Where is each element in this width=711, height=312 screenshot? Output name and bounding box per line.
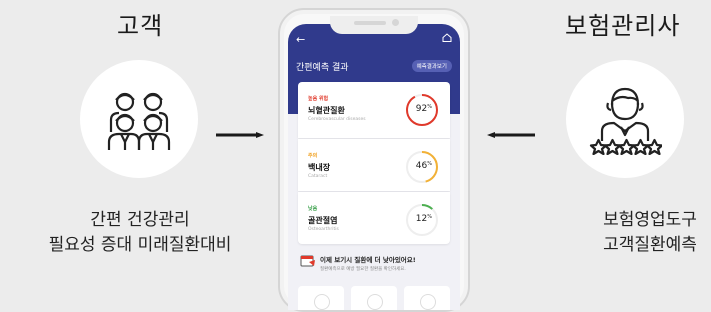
agent-caption-line2: 고객질환예측 <box>603 235 697 255</box>
risk-percent: 92% <box>415 104 432 114</box>
arrow-left-icon <box>487 132 535 138</box>
result-card[interactable]: 낮음 골관절염 Osteoarthritis 12% <box>298 192 450 244</box>
agent-circle <box>566 60 684 178</box>
phone-mockup: ← 간편예측 결과 예측결과보기 높음 위험 뇌혈관질환 Cerebrovasc… <box>278 8 470 312</box>
customer-caption: 간편 건강관리 필요성 증대 미래질환대비 <box>10 208 270 258</box>
result-card[interactable]: 높음 위험 뇌혈관질환 Cerebrovascular diseases 92% <box>298 82 450 138</box>
menu-tile-icon <box>420 294 436 310</box>
customer-group-circle <box>80 60 198 178</box>
disease-english-name: Cerebrovascular diseases <box>308 117 366 122</box>
menu-tile[interactable] <box>404 286 450 310</box>
disease-english-name: Cataract <box>308 174 328 179</box>
risk-label: 낮음 <box>308 206 318 212</box>
promo-subtitle: 질환예측으로 예방 필요한 질환을 확인하세요. <box>320 267 406 272</box>
speaker-icon <box>354 21 386 25</box>
agent-caption-line1: 보험영업도구 <box>603 210 697 230</box>
back-button[interactable]: ← <box>296 33 305 46</box>
menu-tile-icon <box>314 294 330 310</box>
disease-name: 골관절염 <box>308 216 338 225</box>
right-title: 보험관리사 <box>565 12 681 40</box>
agent-rating-icon <box>589 87 662 155</box>
result-card[interactable]: 주의 백내장 Cataract 46% <box>298 139 450 191</box>
customer-group-icon <box>107 92 171 150</box>
disease-english-name: Osteoarthritis <box>308 227 339 232</box>
camera-icon <box>392 19 399 26</box>
phone-screen: ← 간편예측 결과 예측결과보기 높음 위험 뇌혈관질환 Cerebrovasc… <box>288 24 460 310</box>
screen-title: 간편예측 결과 <box>296 63 349 73</box>
home-icon[interactable] <box>442 33 452 42</box>
disease-name: 뇌혈관질환 <box>308 106 345 115</box>
risk-percent: 12% <box>415 214 432 224</box>
risk-label: 주의 <box>308 153 318 159</box>
menu-tile[interactable] <box>351 286 397 310</box>
prediction-card-icon <box>300 255 315 267</box>
promo-title: 이제 보기시 질환에 더 낮아있어요! <box>320 256 416 264</box>
promo-banner[interactable]: 이제 보기시 질환에 더 낮아있어요! 질환예측으로 예방 필요한 질환을 확인… <box>298 250 450 282</box>
agent-caption: 보험영업도구 고객질환예측 <box>570 208 711 258</box>
arrow-right-icon <box>216 132 264 138</box>
disease-name: 백내장 <box>308 163 331 172</box>
menu-tile[interactable] <box>298 286 344 310</box>
left-title: 고객 <box>117 12 164 40</box>
risk-percent: 46% <box>415 161 432 171</box>
risk-label: 높음 위험 <box>308 96 329 102</box>
menu-tile-icon <box>367 294 383 310</box>
detail-result-button[interactable]: 예측결과보기 <box>411 60 452 72</box>
phone-notch <box>330 16 418 34</box>
customer-caption-line1: 간편 건강관리 <box>90 210 190 230</box>
customer-caption-line2: 필요성 증대 미래질환대비 <box>48 235 232 255</box>
